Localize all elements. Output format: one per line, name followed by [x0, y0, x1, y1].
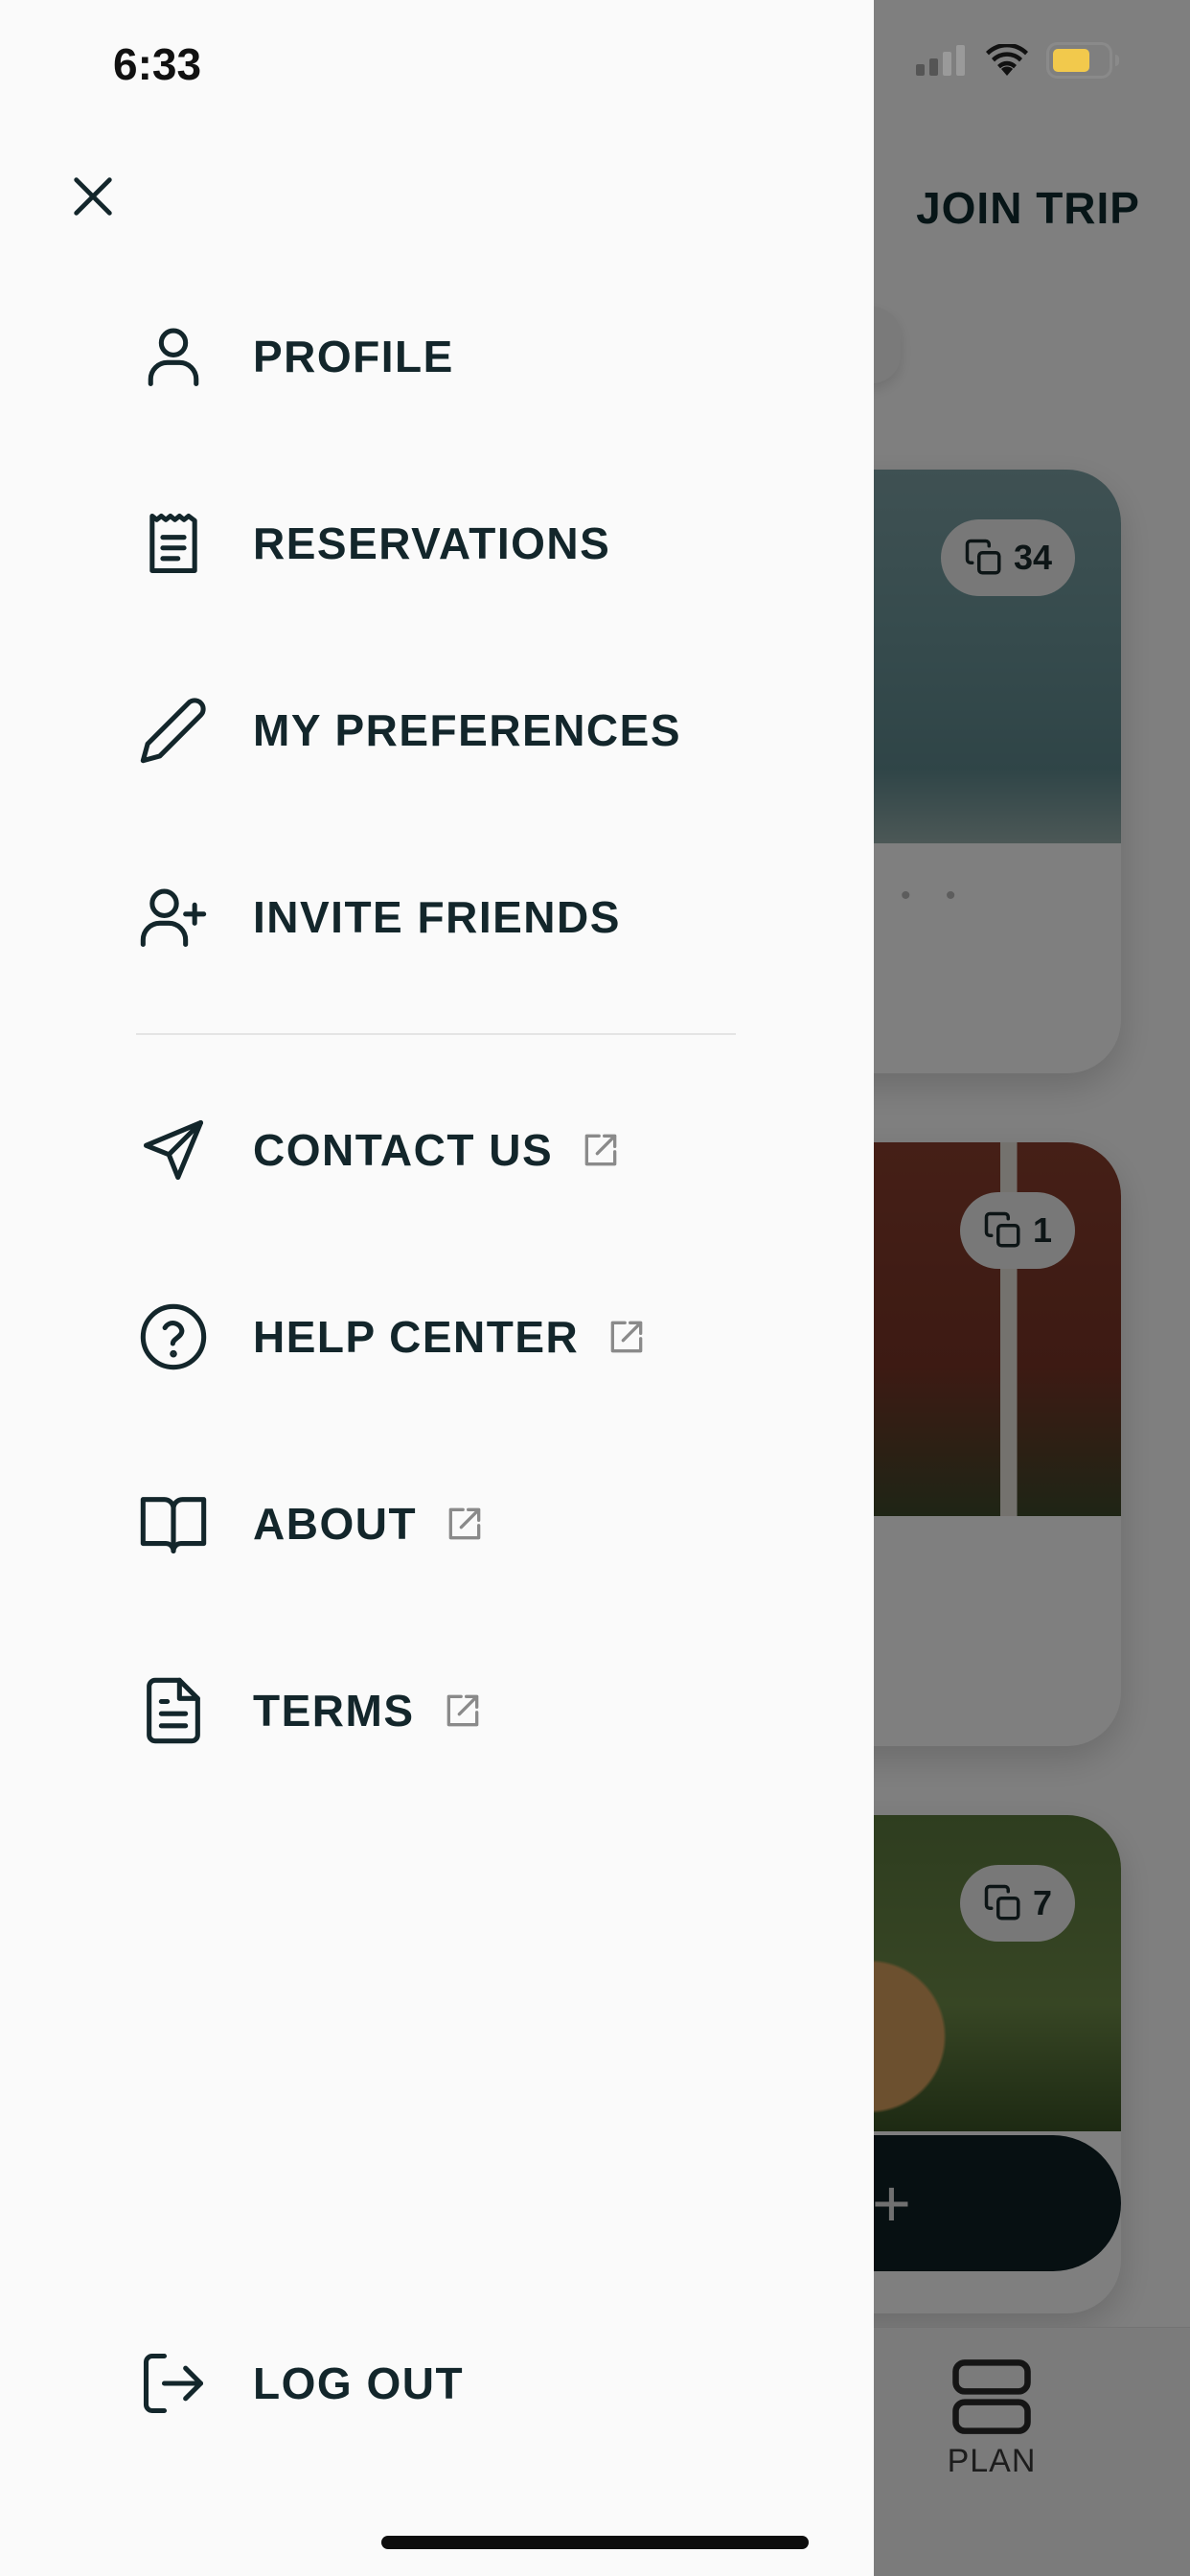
external-link-icon	[606, 1316, 648, 1358]
home-indicator	[381, 2536, 809, 2549]
book-icon	[134, 1484, 213, 1563]
menu-item-my-preferences[interactable]: MY PREFERENCES	[134, 673, 681, 788]
menu-item-label: RESERVATIONS	[253, 518, 611, 568]
menu-item-invite-friends[interactable]: INVITE FRIENDS	[134, 860, 621, 975]
app-screen: JOIN TRIP 5 34 • • 22 1	[0, 0, 1190, 2576]
battery-icon	[1046, 42, 1119, 79]
help-circle-icon	[134, 1298, 213, 1376]
menu-item-label: TERMS	[253, 1686, 415, 1736]
external-link-icon	[444, 1503, 486, 1545]
menu-item-help-center[interactable]: HELP CENTER	[134, 1279, 648, 1394]
menu-item-label: INVITE FRIENDS	[253, 892, 621, 942]
external-link-icon	[580, 1129, 622, 1171]
menu-item-label: MY PREFERENCES	[253, 705, 682, 755]
document-icon	[134, 1671, 213, 1750]
menu-item-label: ABOUT	[253, 1499, 418, 1549]
wifi-icon	[986, 44, 1028, 76]
menu-item-about[interactable]: ABOUT	[134, 1466, 486, 1581]
logout-button[interactable]: LOG OUT	[134, 2326, 464, 2441]
status-time: 6:33	[113, 39, 202, 89]
cellular-signal-icon	[916, 45, 965, 76]
close-menu-button[interactable]	[59, 163, 126, 230]
menu-item-label: PROFILE	[253, 332, 454, 381]
menu-divider	[136, 1033, 736, 1035]
logout-icon	[134, 2344, 213, 2423]
pencil-icon	[134, 691, 213, 770]
logout-label: LOG OUT	[253, 2358, 465, 2408]
status-icons	[916, 42, 1121, 79]
menu-item-label: CONTACT US	[253, 1125, 554, 1175]
user-plus-icon	[134, 878, 213, 956]
close-icon	[74, 177, 112, 216]
menu-item-reservations[interactable]: RESERVATIONS	[134, 486, 610, 601]
menu-item-label: HELP CENTER	[253, 1312, 580, 1362]
user-icon	[134, 317, 213, 396]
send-icon	[134, 1111, 213, 1189]
menu-item-profile[interactable]: PROFILE	[134, 299, 454, 414]
external-link-icon	[442, 1690, 484, 1732]
menu-item-terms[interactable]: TERMS	[134, 1653, 484, 1768]
side-menu-drawer: PROFILE RESERVATIONS MY PREFERENCES INVI…	[0, 0, 874, 2576]
clipboard-icon	[134, 504, 213, 583]
menu-item-contact-us[interactable]: CONTACT US	[134, 1092, 622, 1208]
